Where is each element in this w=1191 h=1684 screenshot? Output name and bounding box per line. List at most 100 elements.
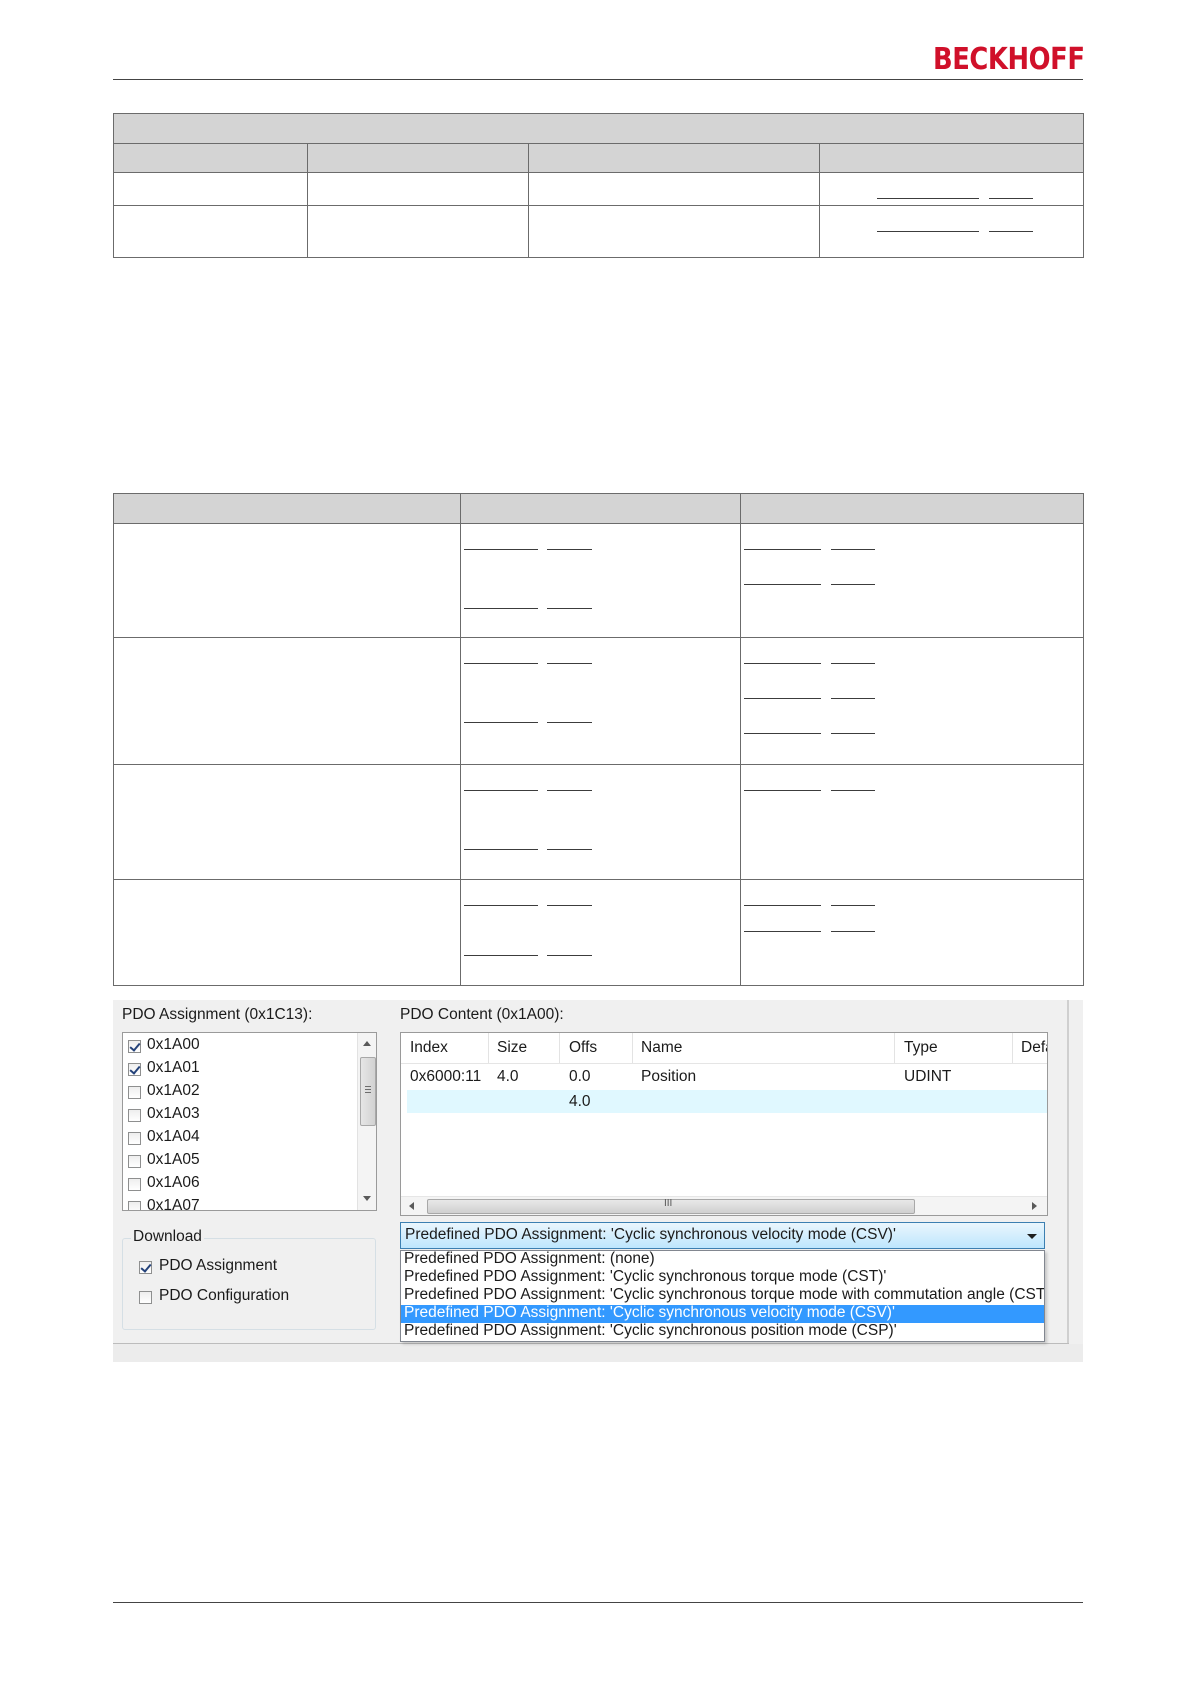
- column-header-name[interactable]: Name: [632, 1033, 895, 1063]
- link-underline[interactable]: [547, 790, 592, 791]
- table-cell: [307, 205, 529, 258]
- vertical-scrollbar[interactable]: [357, 1033, 376, 1210]
- link-underline[interactable]: [464, 790, 538, 791]
- table-cell: [740, 523, 1084, 638]
- link-underline[interactable]: [547, 905, 592, 906]
- link-underline[interactable]: [464, 663, 538, 664]
- link-underline[interactable]: [744, 905, 821, 906]
- pdo-checkbox[interactable]: [128, 1178, 141, 1191]
- column-header-row: Index Size Offs Name Type Defa: [401, 1033, 1047, 1064]
- pdo-checkbox[interactable]: [128, 1063, 141, 1076]
- pdo-checkbox[interactable]: [128, 1109, 141, 1122]
- link-underline[interactable]: [547, 663, 592, 664]
- scroll-thumb[interactable]: [360, 1057, 376, 1126]
- link-underline[interactable]: [831, 905, 875, 906]
- link-underline[interactable]: [831, 663, 875, 664]
- pdo-content-listview[interactable]: Index Size Offs Name Type Defa 0x6000:11…: [400, 1032, 1048, 1216]
- link-underline[interactable]: [744, 698, 821, 699]
- column-header-index[interactable]: Index: [401, 1033, 489, 1063]
- column-header-offs[interactable]: Offs: [559, 1033, 633, 1063]
- list-item[interactable]: 0x1A05: [123, 1150, 357, 1173]
- table-row[interactable]: 4.0: [407, 1090, 1047, 1113]
- column-header-size[interactable]: Size: [488, 1033, 560, 1063]
- pdo-dialog-screenshot: PDO Assignment (0x1C13): 0x1A00 0x1A01 0x1…: [113, 1000, 1083, 1362]
- table-cell: [307, 143, 529, 173]
- scroll-up-icon[interactable]: [363, 1041, 371, 1046]
- table-row[interactable]: 0x6000:11 4.0 0.0 Position UDINT: [401, 1064, 1047, 1089]
- pdo-checkbox[interactable]: [128, 1132, 141, 1145]
- table-cell: [113, 172, 308, 206]
- scroll-right-icon[interactable]: [1032, 1202, 1037, 1210]
- list-item-label: 0x1A04: [147, 1128, 200, 1145]
- table-cell: [528, 143, 820, 173]
- link-underline[interactable]: [831, 931, 875, 932]
- list-item[interactable]: 0x1A00: [123, 1035, 357, 1058]
- link-underline[interactable]: [989, 231, 1033, 232]
- dropdown-option[interactable]: Predefined PDO Assignment: 'Cyclic synch…: [401, 1322, 1044, 1341]
- list-item[interactable]: 0x1A07: [123, 1196, 357, 1210]
- link-underline[interactable]: [877, 198, 979, 199]
- pdo-checkbox[interactable]: [128, 1040, 141, 1053]
- link-underline[interactable]: [547, 955, 592, 956]
- pdo-checkbox[interactable]: [128, 1201, 141, 1210]
- table-row: [113, 879, 1084, 986]
- link-underline[interactable]: [464, 608, 538, 609]
- link-underline[interactable]: [744, 790, 821, 791]
- link-underline[interactable]: [464, 849, 538, 850]
- link-underline[interactable]: [877, 231, 979, 232]
- link-underline[interactable]: [744, 549, 821, 550]
- dropdown-option-label: Predefined PDO Assignment: 'Cyclic synch…: [404, 1322, 897, 1339]
- pdo-configuration-checkbox[interactable]: [139, 1291, 152, 1304]
- list-item[interactable]: 0x1A03: [123, 1104, 357, 1127]
- table-cell: [740, 493, 1084, 524]
- cell-type: UDINT: [904, 1068, 952, 1085]
- link-underline[interactable]: [744, 733, 821, 734]
- dropdown-option[interactable]: Predefined PDO Assignment: (none): [401, 1250, 1044, 1269]
- link-underline[interactable]: [547, 549, 592, 550]
- scroll-left-icon[interactable]: [409, 1202, 414, 1210]
- link-underline[interactable]: [464, 905, 538, 906]
- chevron-down-icon[interactable]: [1027, 1234, 1037, 1239]
- column-header-type[interactable]: Type: [894, 1033, 1013, 1063]
- link-underline[interactable]: [547, 608, 592, 609]
- dropdown-option-label: Predefined PDO Assignment: 'Cyclic synch…: [404, 1268, 887, 1285]
- link-underline[interactable]: [989, 198, 1033, 199]
- pdo-assignment-checkbox[interactable]: [139, 1261, 152, 1274]
- link-underline[interactable]: [831, 733, 875, 734]
- table-cell: [460, 764, 741, 880]
- table-cell: [819, 172, 1084, 206]
- link-underline[interactable]: [831, 584, 875, 585]
- scroll-thumb[interactable]: III: [427, 1198, 915, 1214]
- dropdown-option[interactable]: Predefined PDO Assignment: 'Cyclic synch…: [401, 1268, 1044, 1287]
- list-item[interactable]: 0x1A01: [123, 1058, 357, 1081]
- horizontal-scrollbar[interactable]: III: [401, 1196, 1047, 1215]
- link-underline[interactable]: [547, 849, 592, 850]
- footer-rule: [113, 1602, 1083, 1603]
- pdo-checkbox[interactable]: [128, 1086, 141, 1099]
- link-underline[interactable]: [547, 722, 592, 723]
- pdo-assignment-list[interactable]: 0x1A00 0x1A01 0x1A02 0x1A03 0x1A04 0x1A05 0x1A…: [122, 1032, 377, 1211]
- link-underline[interactable]: [464, 549, 538, 550]
- link-underline[interactable]: [744, 931, 821, 932]
- link-underline[interactable]: [831, 698, 875, 699]
- list-item[interactable]: 0x1A02: [123, 1081, 357, 1104]
- link-underline[interactable]: [744, 663, 821, 664]
- pdo-assignment-label: PDO Assignment (0x1C13):: [122, 1006, 313, 1023]
- table-1: [113, 113, 1084, 258]
- predefined-assignment-combobox[interactable]: Predefined PDO Assignment: 'Cyclic synch…: [400, 1222, 1045, 1249]
- dropdown-option-label: Predefined PDO Assignment: (none): [404, 1250, 655, 1267]
- link-underline[interactable]: [744, 584, 821, 585]
- scroll-down-icon[interactable]: [363, 1196, 371, 1201]
- link-underline[interactable]: [464, 722, 538, 723]
- link-underline[interactable]: [831, 790, 875, 791]
- dropdown-option[interactable]: Predefined PDO Assignment: 'Cyclic synch…: [401, 1304, 1044, 1323]
- link-underline[interactable]: [831, 549, 875, 550]
- list-item-label: 0x1A03: [147, 1105, 200, 1122]
- list-item[interactable]: 0x1A06: [123, 1173, 357, 1196]
- column-header-default[interactable]: Defa: [1012, 1033, 1047, 1063]
- list-item[interactable]: 0x1A04: [123, 1127, 357, 1150]
- link-underline[interactable]: [464, 955, 538, 956]
- dropdown-option[interactable]: Predefined PDO Assignment: 'Cyclic synch…: [401, 1286, 1044, 1305]
- pdo-checkbox[interactable]: [128, 1155, 141, 1168]
- combobox-dropdown[interactable]: Predefined PDO Assignment: (none) Predefi…: [400, 1250, 1045, 1342]
